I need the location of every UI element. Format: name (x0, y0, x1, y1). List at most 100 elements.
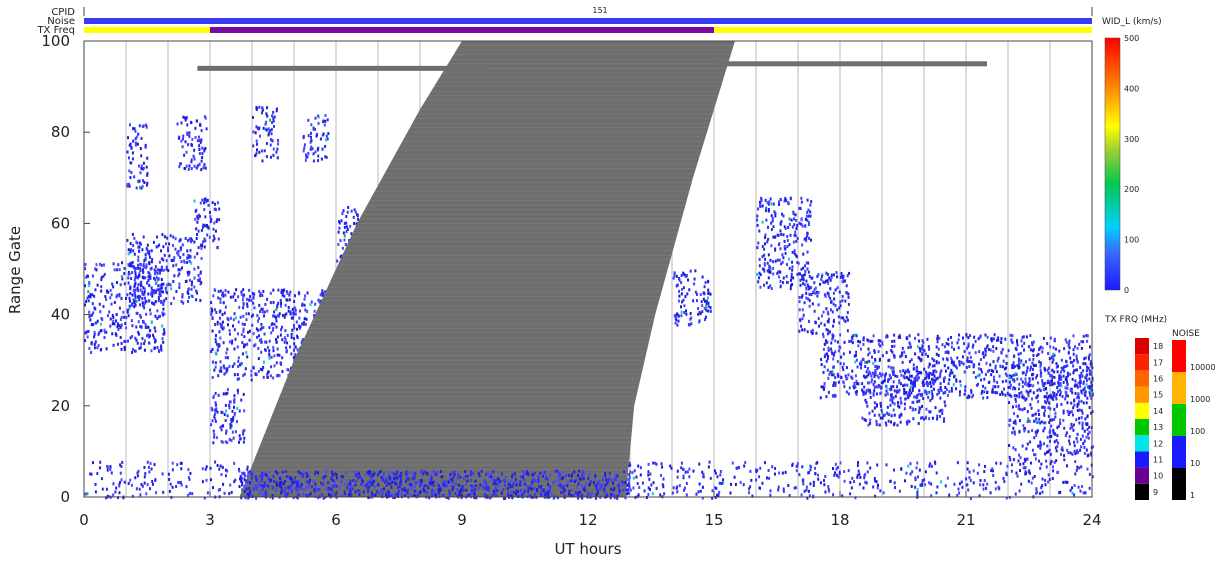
scatter-point (769, 284, 772, 288)
scatter-point (815, 331, 818, 335)
scatter-point (127, 314, 130, 318)
scatter-point (795, 218, 798, 222)
scatter-point (814, 472, 817, 476)
scatter-point (1079, 448, 1082, 452)
scatter-point (276, 374, 279, 378)
scatter-point (206, 491, 209, 495)
scatter-point (247, 312, 250, 316)
scatter-point (1088, 472, 1091, 476)
scatter-point (983, 479, 986, 483)
scatter-point (802, 482, 805, 486)
scatter-point (160, 249, 163, 253)
scatter-point (1008, 444, 1011, 448)
scatter-point (1084, 394, 1087, 398)
scatter-point (1019, 407, 1022, 411)
scatter-point (926, 354, 929, 358)
scatter-point (808, 287, 811, 291)
scatter-point (858, 482, 861, 486)
scatter-point (1056, 364, 1059, 368)
scatter-point (1019, 462, 1022, 466)
scatter-point (632, 486, 635, 490)
scatter-point (230, 490, 233, 494)
scatter-point (211, 419, 214, 423)
scatter-point (918, 399, 921, 403)
scatter-point (111, 322, 114, 326)
scatter-point (846, 318, 849, 322)
scatter-point (127, 136, 130, 140)
scatter-point (929, 399, 932, 403)
scatter-point (822, 280, 825, 284)
scatter-point (349, 224, 352, 228)
scatter-point (830, 341, 833, 345)
scatter-point (187, 468, 190, 472)
scatter-point (793, 217, 796, 221)
scatter-point (232, 405, 235, 409)
scatter-point (1032, 391, 1035, 395)
scatter-point (85, 275, 88, 279)
scatter-point (1088, 377, 1091, 381)
scatter-point (879, 401, 882, 405)
scatter-point (939, 396, 942, 400)
scatter-point (928, 347, 931, 351)
scatter-point (1084, 390, 1087, 394)
scatter-point (1073, 483, 1076, 487)
scatter-point (847, 392, 850, 396)
scatter-point (154, 278, 157, 282)
scatter-point (1058, 377, 1061, 381)
scatter-point (273, 310, 276, 314)
scatter-point (936, 392, 939, 396)
scatter-point (910, 391, 913, 395)
scatter-point (275, 308, 278, 312)
scatter-point (221, 320, 224, 324)
scatter-point (779, 279, 782, 283)
scatter-point (228, 332, 231, 336)
scatter-point (255, 139, 258, 143)
scatter-point (783, 239, 786, 243)
scatter-point (927, 391, 930, 395)
scatter-point (223, 372, 226, 376)
scatter-point (119, 317, 122, 321)
scatter-point (214, 337, 217, 341)
scatter-point (847, 469, 850, 473)
scatter-point (964, 388, 967, 392)
scatter-point (789, 197, 792, 201)
scatter-point (1087, 366, 1090, 370)
scatter-point (1010, 375, 1013, 379)
scatter-point (156, 235, 159, 239)
scatter-point (950, 356, 953, 360)
scatter-point (190, 158, 193, 162)
scatter-point (194, 217, 197, 221)
scatter-point (257, 357, 260, 361)
scatter-point (294, 312, 297, 316)
scatter-point (323, 123, 326, 127)
scatter-point (1037, 420, 1040, 424)
scatter-point (813, 288, 816, 292)
scatter-point (1026, 420, 1029, 424)
scatter-point (275, 150, 278, 154)
scatter-point (86, 492, 89, 496)
scatter-point (189, 254, 192, 258)
scatter-point (189, 471, 192, 475)
scatter-point (210, 423, 213, 427)
scatter-point (225, 370, 228, 374)
scatter-point (111, 332, 114, 336)
scatter-point (135, 325, 138, 329)
scatter-point (707, 288, 710, 292)
scatter-point (215, 403, 218, 407)
scatter-point (226, 414, 229, 418)
scatter-point (256, 148, 259, 152)
scatter-point (139, 263, 142, 267)
scatter-point (785, 274, 788, 278)
scatter-point (1043, 413, 1046, 417)
scatter-point (885, 372, 888, 376)
scatter-point (1080, 484, 1083, 488)
scatter-point (90, 342, 93, 346)
scatter-point (107, 290, 110, 294)
scatter-point (1089, 370, 1092, 374)
scatter-point (137, 332, 140, 336)
scatter-point (694, 269, 697, 273)
scatter-point (178, 285, 181, 289)
scatter-point (979, 334, 982, 338)
scatter-point (1003, 367, 1006, 371)
scatter-point (1073, 449, 1076, 453)
